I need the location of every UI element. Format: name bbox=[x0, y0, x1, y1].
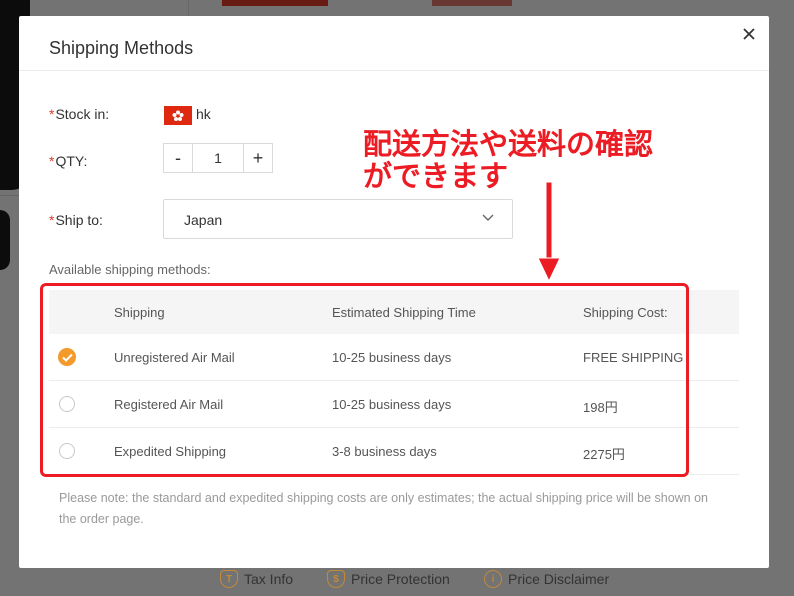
info-icon: i bbox=[484, 570, 502, 588]
modal-title: Shipping Methods bbox=[49, 38, 194, 58]
qty-increment-button[interactable]: + bbox=[244, 144, 272, 172]
annotation-line-1: 配送方法や送料の確認 bbox=[363, 127, 654, 161]
ship-to-label: *Ship to: bbox=[49, 212, 103, 228]
quantity-stepper: - 1 + bbox=[163, 143, 273, 173]
annotation-arrow-icon bbox=[538, 182, 560, 282]
qty-label: *QTY: bbox=[49, 153, 88, 169]
price-disclaimer-label: Price Disclaimer bbox=[508, 571, 610, 587]
available-methods-label: Available shipping methods: bbox=[49, 262, 211, 277]
price-protection-link[interactable]: $ Price Protection bbox=[327, 570, 450, 588]
hong-kong-flag-icon bbox=[164, 106, 192, 125]
shipping-note: Please note: the standard and expedited … bbox=[59, 491, 709, 526]
tax-info-link[interactable]: T Tax Info bbox=[220, 570, 293, 588]
stock-in-label: *Stock in: bbox=[49, 106, 110, 122]
price-disclaimer-link[interactable]: i Price Disclaimer bbox=[484, 570, 609, 588]
qty-decrement-button[interactable]: - bbox=[164, 144, 192, 172]
qty-input[interactable]: 1 bbox=[192, 144, 244, 172]
footer-links: T Tax Info $ Price Protection i Price Di… bbox=[0, 566, 794, 596]
price-protection-label: Price Protection bbox=[351, 571, 450, 587]
tax-info-label: Tax Info bbox=[244, 571, 294, 587]
ship-to-select[interactable]: Japan bbox=[163, 199, 513, 239]
chevron-down-icon bbox=[482, 214, 494, 221]
stock-in-value: hk bbox=[196, 106, 211, 122]
annotation-highlight-box bbox=[40, 283, 689, 477]
tax-icon: T bbox=[220, 570, 238, 588]
shield-dollar-icon: $ bbox=[327, 570, 345, 588]
ship-to-value: Japan bbox=[184, 212, 223, 228]
close-icon[interactable] bbox=[741, 26, 757, 42]
modal-header: Shipping Methods bbox=[19, 16, 769, 71]
